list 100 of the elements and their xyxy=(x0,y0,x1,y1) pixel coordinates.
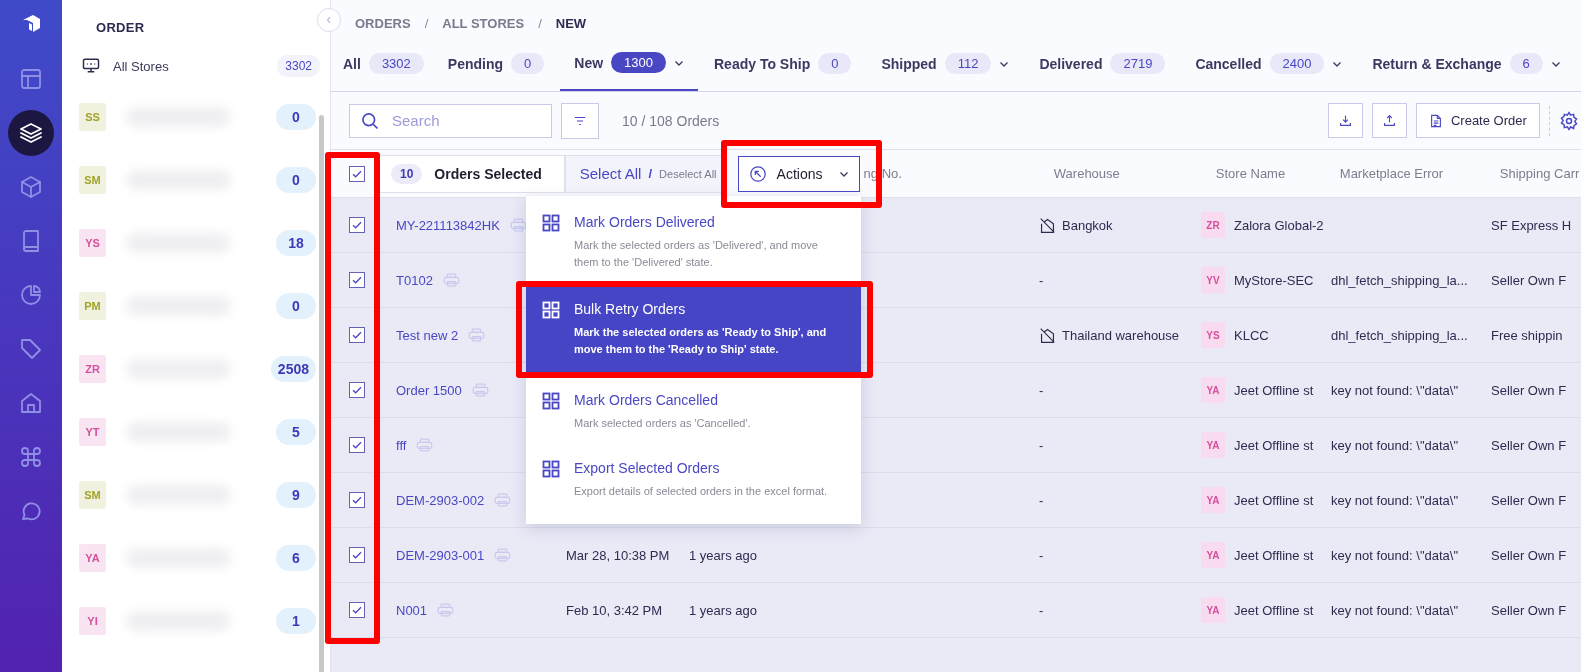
table-cell: Free shippin xyxy=(1491,327,1563,343)
row-checkbox[interactable] xyxy=(349,437,365,453)
menu-item[interactable]: Bulk Retry Orders Mark the selected orders as 'Ready to Ship', and move them to the 'Ready to Ship' state. xyxy=(526,287,861,372)
table-cell: - xyxy=(1039,547,1044,563)
count-badge: 0 xyxy=(511,53,545,74)
layout-icon xyxy=(19,67,43,91)
row-checkbox[interactable] xyxy=(349,492,365,508)
store-item[interactable]: SS 0 xyxy=(62,103,330,131)
table-cell: - xyxy=(1039,272,1044,288)
breadcrumb-separator: / xyxy=(424,16,429,31)
tab-label: Ready To Ship xyxy=(714,55,811,72)
store-item[interactable]: SM 9 xyxy=(62,481,330,509)
store-item[interactable]: YT 5 xyxy=(62,418,330,446)
row-checkbox[interactable] xyxy=(349,217,365,233)
store-avatar: YA xyxy=(1201,377,1225,403)
row-checkbox[interactable] xyxy=(349,382,365,398)
store-item[interactable]: ZR 2508 xyxy=(62,355,330,383)
table-cell: Seller Own F xyxy=(1491,602,1567,618)
table-cell: Jeet Offline st xyxy=(1234,602,1314,618)
check-icon xyxy=(351,439,363,451)
deselect-all-link[interactable]: Deselect All xyxy=(659,167,717,180)
order-link[interactable]: DEM-2903-002 xyxy=(396,492,485,508)
order-link[interactable]: T0102 xyxy=(396,272,433,288)
status-tab[interactable]: New 1300 xyxy=(560,36,698,91)
table-cell: 1 years ago xyxy=(689,602,757,618)
menu-item[interactable]: Mark Orders Delivered Mark the selected orders as 'Delivered', and move them to the 'Delivered' state. xyxy=(526,200,861,285)
row-checkbox[interactable] xyxy=(349,547,365,563)
table-cell: dhl_fetch_shipping_la... xyxy=(1331,327,1468,343)
settings-icon[interactable] xyxy=(1558,110,1579,131)
menu-item[interactable]: Export Selected Orders Export details of selected orders in the excel format. xyxy=(526,446,861,514)
nav-item[interactable] xyxy=(8,110,54,156)
actions-button[interactable]: Actions xyxy=(737,155,860,192)
status-tab[interactable]: All 3302 xyxy=(343,36,438,91)
status-tab[interactable]: Ready To Ship 0 xyxy=(714,36,866,91)
store-initials: YT xyxy=(85,426,100,438)
store-item[interactable]: YS 18 xyxy=(62,229,330,257)
store-initials: ZR xyxy=(85,363,100,375)
order-link[interactable]: DEM-2903-001 xyxy=(396,547,485,563)
table-cell: Seller Own F xyxy=(1491,382,1567,398)
breadcrumb-link[interactable]: ORDERS xyxy=(355,16,411,31)
table-cell: Thailand warehouse xyxy=(1062,327,1180,343)
order-link[interactable]: fff xyxy=(396,437,407,453)
tab-label: Return & Exchange xyxy=(1372,55,1502,72)
printer-icon[interactable] xyxy=(509,218,527,232)
store-item[interactable]: SM 0 xyxy=(62,166,330,194)
store-avatar: YA xyxy=(1201,542,1225,568)
status-tab[interactable]: Return & Exchange 6 xyxy=(1372,36,1575,91)
scrollbar[interactable] xyxy=(319,115,324,672)
menu-item-description: Mark the selected orders as 'Delivered', and move them to the 'Delivered' state. xyxy=(574,238,819,270)
table-cell: key not found: \"data\" xyxy=(1331,437,1459,453)
all-stores-label: All Stores xyxy=(113,58,170,74)
row-checkbox[interactable] xyxy=(349,272,365,288)
count-badge: 1 xyxy=(276,608,316,634)
table-cell: Zalora Global-2 xyxy=(1234,217,1324,233)
search-icon xyxy=(360,110,380,131)
order-link[interactable]: MY-221113842HK xyxy=(396,217,500,233)
count-badge: 10 xyxy=(391,163,423,184)
count-badge: 0 xyxy=(276,104,316,130)
tab-label: Pending xyxy=(447,55,504,72)
store-item[interactable]: PM 0 xyxy=(62,292,330,320)
count-badge: 6 xyxy=(1509,53,1543,74)
order-count: 10 / 108 Orders xyxy=(622,112,720,129)
table-cell: key not found: \"data\" xyxy=(1331,382,1459,398)
table-cell: key not found: \"data\" xyxy=(1331,602,1459,618)
status-tab[interactable]: Cancelled 2400 xyxy=(1195,36,1357,91)
check-icon xyxy=(351,604,363,616)
select-all-link[interactable]: Select All xyxy=(579,165,642,182)
store-item[interactable]: YA 6 xyxy=(62,544,330,572)
menu-item[interactable]: Mark Orders Cancelled Mark selected orders as 'Cancelled'. xyxy=(526,378,861,446)
status-tab[interactable]: Pending 0 xyxy=(447,36,559,91)
status-tab[interactable]: Delivered 2719 xyxy=(1039,36,1180,91)
table-cell: Jeet Offline st xyxy=(1234,382,1314,398)
order-link[interactable]: Order 1500 xyxy=(396,382,462,398)
order-link[interactable]: Test new 2 xyxy=(396,327,459,343)
column-header: Store Name xyxy=(1215,166,1287,181)
upload-button[interactable] xyxy=(1371,103,1407,138)
all-stores-item[interactable]: All Stores 3302 xyxy=(81,55,320,77)
create-order-button[interactable]: Create Order xyxy=(1415,103,1540,138)
store-icon xyxy=(81,56,101,76)
row-checkbox[interactable] xyxy=(349,602,365,618)
chat-icon xyxy=(19,499,43,523)
count-badge: 2508 xyxy=(270,356,316,382)
check-icon xyxy=(351,329,363,341)
row-checkbox[interactable] xyxy=(349,327,365,343)
select-all-checkbox[interactable] xyxy=(349,165,365,182)
breadcrumb-separator: / xyxy=(538,16,542,31)
layers-icon xyxy=(19,121,43,145)
breadcrumb-link[interactable]: ALL STORES xyxy=(442,16,525,31)
search-field[interactable]: Search xyxy=(349,103,552,138)
menu-item-title: Mark Orders Cancelled xyxy=(574,392,719,409)
store-avatar: ZR xyxy=(1201,212,1225,238)
tab-label: Shipped xyxy=(881,55,937,72)
status-tab[interactable]: Shipped 112 xyxy=(881,36,1024,91)
filter-button[interactable] xyxy=(561,102,599,139)
store-item[interactable]: YI 1 xyxy=(62,607,330,635)
download-button[interactable] xyxy=(1327,103,1363,138)
order-link[interactable]: N001 xyxy=(396,602,428,618)
download-icon xyxy=(1338,114,1352,127)
arrow-circle-icon xyxy=(748,164,767,183)
table-cell: Seller Own F xyxy=(1491,437,1567,453)
